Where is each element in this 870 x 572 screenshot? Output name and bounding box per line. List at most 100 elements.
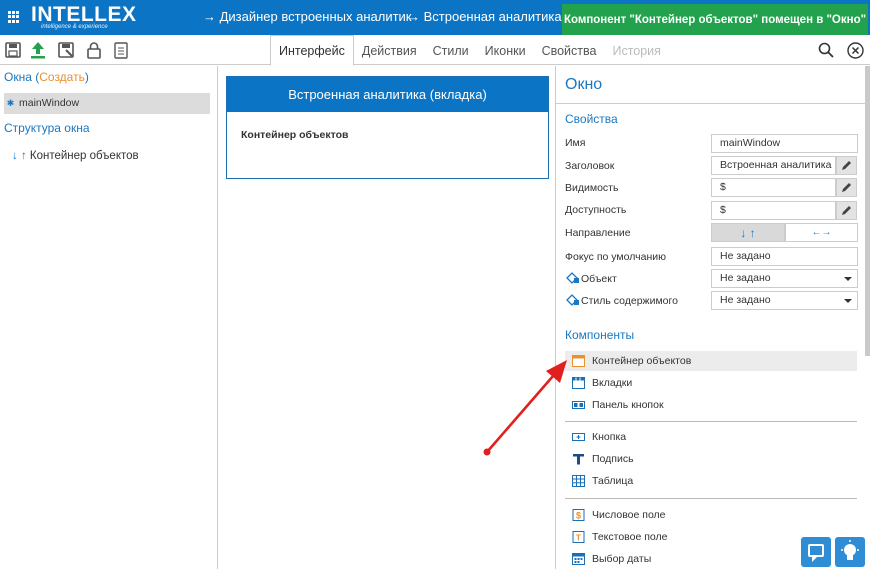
structure-node-label: Контейнер объектов <box>29 150 139 162</box>
title-divider <box>556 103 865 104</box>
document-icon[interactable] <box>112 41 130 59</box>
upload-icon[interactable] <box>29 41 47 59</box>
chevron-down-icon <box>844 299 852 303</box>
panel-title: Окно <box>565 76 603 93</box>
component-label: Таблица <box>592 475 634 487</box>
component-label: Подпись <box>592 453 634 465</box>
direction-arrows-icon: ↓ ↑ <box>12 150 27 162</box>
visibility-field[interactable]: $ <box>711 178 836 197</box>
notification-toast[interactable]: Компонент "Контейнер объектов" помещен в… <box>562 4 868 35</box>
canvas-tab-header[interactable]: Встроенная аналитика (вкладка) <box>227 77 548 112</box>
caption-field[interactable]: Встроенная аналитика <box>711 156 836 175</box>
content-style-icon <box>566 294 579 306</box>
number-field-icon: $ <box>572 509 585 521</box>
lock-icon[interactable] <box>85 41 103 59</box>
component-number-field[interactable]: $ Числовое поле <box>565 505 857 525</box>
component-table[interactable]: Таблица <box>565 471 857 491</box>
object-label: Объект <box>581 273 617 285</box>
window-item-label: mainWindow <box>19 97 80 109</box>
direction-label: Направление <box>565 227 631 239</box>
component-label: Панель кнопок <box>592 399 664 411</box>
default-focus-label: Фокус по умолчанию <box>565 251 666 263</box>
tab-icons[interactable]: Иконки <box>477 35 534 66</box>
component-label: Текстовое поле <box>592 531 668 543</box>
container-icon <box>572 355 585 367</box>
properties-section-title: Свойства <box>565 112 618 126</box>
components-divider <box>565 421 857 422</box>
text-field-icon: T <box>572 531 585 543</box>
breadcrumb-analytics[interactable]: → Встроенная аналитика 1 <box>407 9 572 24</box>
windows-header: Окна (Создать) <box>4 70 89 84</box>
asterisk-icon: ✱ <box>6 98 15 108</box>
structure-node-container[interactable]: ↓ ↑ Контейнер объектов <box>12 150 139 162</box>
breadcrumb-designer[interactable]: → Дизайнер встроенных аналитик <box>203 9 412 24</box>
content-style-label: Стиль содержимого <box>581 295 678 307</box>
name-field[interactable]: mainWindow <box>711 134 858 153</box>
object-select[interactable]: Не задано <box>711 269 858 288</box>
chevron-down-icon <box>844 277 852 281</box>
save-icon[interactable] <box>4 41 22 59</box>
tabs-icon <box>572 377 585 389</box>
canvas-container-label[interactable]: Контейнер объектов <box>227 112 548 158</box>
panel-scrollbar[interactable] <box>865 66 870 356</box>
svg-text:T: T <box>576 534 581 543</box>
chat-bubble-icon <box>808 544 824 562</box>
component-label: Кнопка <box>592 431 627 443</box>
pencil-icon <box>842 161 851 170</box>
component-object-container[interactable]: Контейнер объектов <box>565 351 857 371</box>
text-icon <box>573 454 584 465</box>
windows-label: Окна <box>4 70 32 84</box>
visibility-label: Видимость <box>565 182 619 194</box>
caption-edit-button[interactable] <box>836 156 857 175</box>
object-icon <box>566 272 579 284</box>
close-icon[interactable] <box>847 42 864 59</box>
direction-horizontal-button[interactable]: ←→ <box>785 223 858 242</box>
tab-history: История <box>612 43 661 58</box>
visibility-edit-button[interactable] <box>836 178 857 197</box>
svg-text:$: $ <box>576 511 581 521</box>
logo[interactable]: INTELLEX intelligence & experience <box>31 4 136 32</box>
component-button-panel[interactable]: Панель кнопок <box>565 395 857 415</box>
pencil-icon <box>842 183 851 192</box>
logo-tagline: intelligence & experience <box>41 24 108 30</box>
apps-grid-icon[interactable] <box>8 11 20 23</box>
date-picker-icon <box>572 553 585 565</box>
button-panel-icon <box>572 401 585 409</box>
create-window-link[interactable]: Создать <box>39 70 85 84</box>
tab-interface[interactable]: Интерфейс <box>270 35 354 66</box>
tab-actions[interactable]: Действия <box>354 35 425 66</box>
tab-styles[interactable]: Стили <box>425 35 477 66</box>
default-focus-field[interactable]: Не задано <box>711 247 858 266</box>
design-canvas[interactable]: Встроенная аналитика (вкладка) Контейнер… <box>226 76 549 179</box>
component-label: Вкладки <box>592 377 633 389</box>
search-icon[interactable] <box>818 42 834 58</box>
component-button[interactable]: Кнопка <box>565 427 857 447</box>
components-divider <box>565 498 857 499</box>
access-edit-button[interactable] <box>836 201 857 220</box>
access-label: Доступность <box>565 204 627 216</box>
save-as-icon[interactable] <box>57 41 75 59</box>
name-label: Имя <box>565 137 586 149</box>
component-label: Выбор даты <box>592 553 652 565</box>
tab-properties[interactable]: Свойства <box>534 35 605 66</box>
table-icon <box>572 475 585 487</box>
content-style-select[interactable]: Не задано <box>711 291 858 310</box>
access-field[interactable]: $ <box>711 201 836 220</box>
button-icon <box>572 433 585 441</box>
tab-bar: Интерфейс Действия Стили Иконки Свойства… <box>270 35 669 66</box>
logo-text: INTELLEX <box>31 3 137 26</box>
component-label: Числовое поле <box>592 509 666 521</box>
content-style-select-value: Не задано <box>720 294 771 306</box>
chat-button[interactable] <box>801 537 831 567</box>
object-select-value: Не задано <box>720 272 771 284</box>
components-section-title: Компоненты <box>565 328 635 342</box>
direction-vertical-button[interactable]: ↓ ↑ <box>711 223 785 242</box>
properties-panel: Окно Свойства Имя mainWindow Заголовок В… <box>556 66 870 569</box>
component-caption[interactable]: Подпись <box>565 449 857 469</box>
window-item-mainwindow[interactable]: ✱ mainWindow <box>4 93 210 114</box>
caption-label: Заголовок <box>565 160 615 172</box>
component-tabs[interactable]: Вкладки <box>565 373 857 393</box>
component-label: Контейнер объектов <box>592 355 692 367</box>
pencil-icon <box>842 206 851 215</box>
tips-button[interactable] <box>835 537 865 567</box>
